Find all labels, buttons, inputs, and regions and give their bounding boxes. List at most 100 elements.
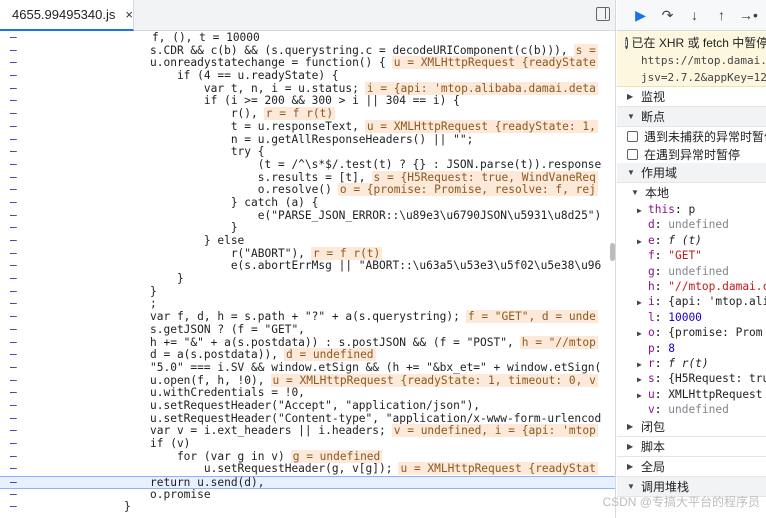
code-line[interactable]: – } — [0, 272, 615, 286]
variable-value: undefined — [668, 218, 729, 232]
separator: : — [654, 218, 669, 232]
gutter-marker[interactable]: – — [10, 31, 17, 45]
inline-value-preview: i = {api: 'mtop.alibaba.damai.deta — [364, 81, 598, 95]
editor-scrollbar[interactable] — [610, 243, 615, 261]
checkbox[interactable] — [627, 148, 638, 160]
expanded-triangle-icon: ▼ — [627, 112, 635, 121]
code-line[interactable]: – "5.0" === i.SV && window.etSign && (h +… — [0, 361, 615, 375]
collapsed-triangle-icon[interactable]: ▶ — [637, 203, 645, 218]
variable-name: d — [648, 218, 655, 232]
code-source: } — [150, 272, 184, 286]
code-line[interactable]: – var v = i.ext_headers || i.headers; v = … — [0, 424, 615, 438]
code-line[interactable]: – if (v) — [0, 437, 615, 451]
gutter-marker[interactable]: – — [10, 69, 17, 83]
checkbox[interactable] — [627, 130, 638, 142]
section-script[interactable]: ▶ 脚本 — [617, 437, 766, 458]
gutter-marker[interactable]: – — [10, 323, 17, 337]
scope-local[interactable]: ▼ 本地 — [617, 183, 766, 202]
code-source: try { — [150, 145, 265, 159]
section-scope-label: 作用域 — [641, 166, 678, 180]
gutter-marker[interactable]: – — [10, 196, 17, 210]
gutter-marker[interactable]: – — [10, 348, 17, 362]
code-source: if (i >= 200 && 300 > i || 304 == i) { — [150, 94, 460, 108]
separator: : — [654, 326, 669, 340]
code-text: o.promise — [150, 488, 211, 502]
section-scope[interactable]: ▼ 作用域 — [617, 163, 766, 183]
step-icon[interactable]: →• — [735, 5, 762, 25]
gutter-marker[interactable]: – — [10, 399, 17, 413]
step-into-icon[interactable]: ↓ — [681, 5, 708, 25]
collapsed-triangle-icon[interactable]: ▶ — [637, 388, 645, 403]
collapsed-triangle-icon[interactable]: ▶ — [637, 326, 645, 341]
gutter-marker[interactable]: – — [10, 145, 17, 159]
collapsed-triangle-icon[interactable]: ▶ — [637, 357, 645, 372]
section-closure[interactable]: ▶ 闭包 — [617, 417, 766, 438]
variable-value: f (t) — [668, 233, 702, 247]
scope-variable-row[interactable]: f: "GET" — [617, 248, 766, 263]
gutter-marker[interactable]: – — [10, 310, 17, 324]
file-tab-name: 4655.99495340.js — [12, 7, 116, 22]
scope-variable-row[interactable]: ▶ s: {H5Request: tru — [617, 371, 766, 386]
code-line[interactable]: – u.setRequestHeader(g, v[g]); u = XMLHtt… — [0, 462, 615, 476]
scope-variable-row[interactable]: ▶ i: {api: 'mtop.ali — [617, 294, 766, 309]
code-line[interactable]: – e(s.abortErrMsg || "ABORT::\u63a5\u53e… — [0, 260, 615, 273]
step-over-icon[interactable]: ↷ — [654, 5, 681, 25]
code-view[interactable]: – f, (), t = 10000 – s.CDR && c(b) && (s.qu… — [0, 31, 615, 514]
code-line[interactable]: – o.promise — [0, 488, 615, 502]
scope-variable-row[interactable]: d: undefined — [617, 217, 766, 232]
resume-icon[interactable]: ▶︎ — [627, 5, 654, 25]
pause-caught-option[interactable]: 在遇到异常时暂停 — [617, 145, 766, 163]
scope-variable-row[interactable]: ▶ o: {promise: Prom — [617, 325, 766, 340]
scope-variable-row[interactable]: ▶ this: p — [617, 202, 766, 217]
scope-variable-row[interactable]: h: "//mtop.damai.c — [617, 279, 766, 294]
code-source: o.resolve() — [150, 183, 332, 197]
section-watch-label: 监视 — [641, 90, 666, 104]
code-line[interactable]: – u.open(f, h, !0), u = XMLHttpRequest {re… — [0, 373, 615, 388]
pause-uncaught-option[interactable]: 遇到未捕获的异常时暂停 — [617, 127, 766, 145]
gutter-marker[interactable]: – — [10, 234, 17, 248]
collapsed-triangle-icon[interactable]: ▶ — [637, 234, 645, 249]
gutter-marker[interactable]: – — [10, 463, 17, 476]
scope-variable-row[interactable]: ▶ e: f (t) — [617, 233, 766, 248]
gutter-marker[interactable]: – — [10, 501, 17, 514]
scope-variable-row[interactable]: l: 10000 — [617, 310, 766, 325]
code-line[interactable]: – e("PARSE_JSON_ERROR::\u89e3\u6790JSON\… — [0, 209, 615, 223]
code-line[interactable]: – } — [0, 221, 615, 235]
expanded-triangle-icon: ▼ — [627, 168, 635, 177]
collapsed-triangle-icon[interactable]: ▶ — [637, 372, 645, 387]
code-source: } else — [150, 234, 245, 247]
section-watch[interactable]: ▶ 监视 — [617, 87, 766, 107]
code-line[interactable]: –} — [0, 285, 615, 299]
code-source: var v = i.ext_headers || i.headers; — [150, 424, 386, 438]
code-line[interactable]: – } else — [0, 234, 615, 248]
section-breakpoints[interactable]: ▼ 断点 — [617, 107, 766, 127]
variable-name: s — [648, 372, 655, 386]
variable-value: 10000 — [668, 310, 702, 324]
gutter-marker[interactable]: – — [10, 361, 17, 375]
scope-variable-row[interactable]: ▶ r: f r(t) — [617, 356, 766, 371]
gutter-marker[interactable]: – — [10, 120, 17, 134]
code-line[interactable]: – return u.send(d), — [0, 476, 615, 489]
code-line[interactable]: – var f, d, h = s.path + "?" + a(s.querys… — [0, 310, 615, 324]
close-icon[interactable]: × — [125, 7, 133, 22]
collapsed-triangle-icon[interactable]: ▶ — [637, 295, 645, 310]
gutter-marker[interactable]: – — [10, 158, 17, 172]
inline-value-preview: h = "//mtop — [519, 335, 598, 349]
scope-variable-row[interactable]: p: 8 — [617, 341, 766, 356]
file-tab[interactable]: 4655.99495340.js × — [0, 0, 134, 31]
scope-variable-row[interactable]: g: undefined — [617, 264, 766, 279]
code-line[interactable]: –} — [0, 501, 615, 514]
code-line[interactable]: – n = u.getAllResponseHeaders() || ""; — [0, 133, 615, 147]
step-out-icon[interactable]: ↑ — [708, 5, 735, 25]
scope-variable-row[interactable]: v: undefined — [617, 402, 766, 417]
scope-variable-row[interactable]: ▶ u: XMLHttpRequest — [617, 387, 766, 402]
variable-value: {H5Request: tru — [668, 372, 766, 386]
scope-local-label: 本地 — [645, 186, 670, 200]
gutter-marker[interactable]: – — [10, 272, 17, 286]
section-global[interactable]: ▶ 全局 — [617, 457, 766, 478]
toggle-debugger-pane-icon[interactable] — [596, 7, 610, 21]
variable-value: {api: 'mtop.ali — [668, 295, 766, 309]
code-source: u.withCredentials = !0, — [150, 386, 305, 400]
gutter-marker[interactable]: – — [10, 107, 17, 121]
gutter-marker[interactable]: – — [10, 437, 17, 451]
